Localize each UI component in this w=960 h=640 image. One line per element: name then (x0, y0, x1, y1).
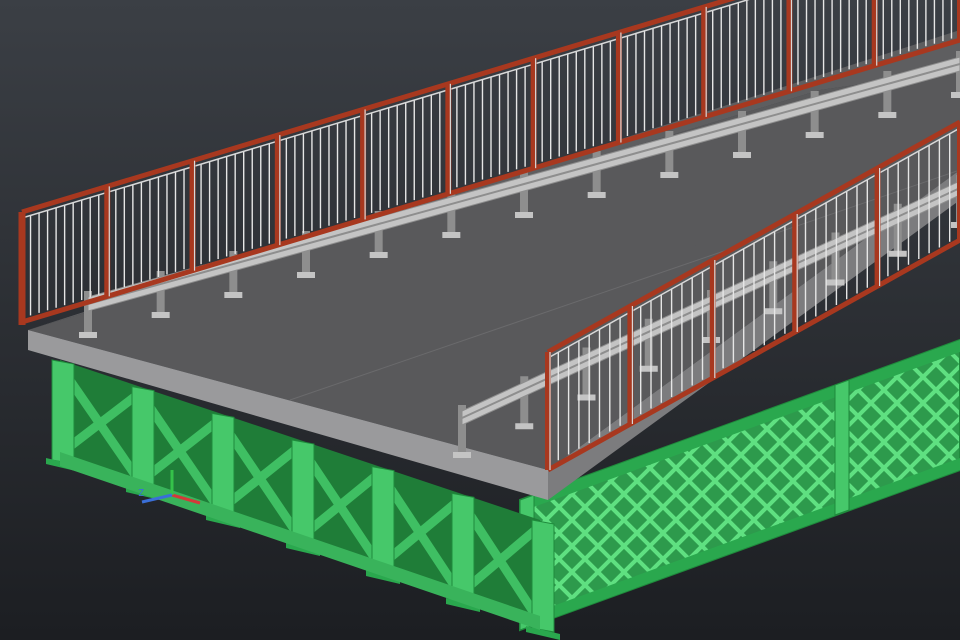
3d-model-viewport[interactable]: Z (0, 0, 960, 640)
ucs-z-label: Z (138, 488, 145, 499)
bridge-3d-scene[interactable] (0, 0, 960, 640)
